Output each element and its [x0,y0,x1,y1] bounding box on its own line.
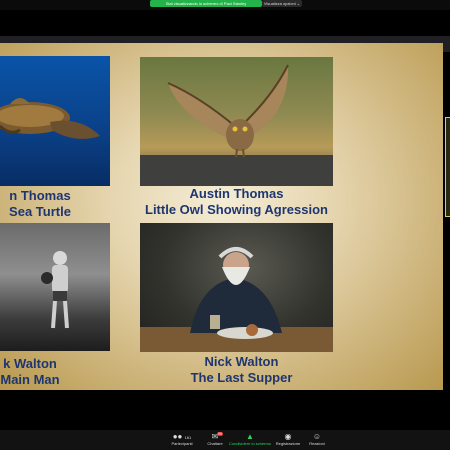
presentation-slide: n Thomas Sea Turtle Austin Thomas Little… [0,43,443,390]
sea-turtle-image [0,98,100,139]
entry-1-title: Sea Turtle [9,204,71,219]
reactions-icon: ☺ [312,432,322,441]
entry-2-author: Austin Thomas [189,186,284,201]
share-screen-label: Condividere lo schermo [228,441,272,446]
viewing-share-label: Stai visualizzando lo schermo di Paul St… [150,0,262,7]
entry-1-author: n Thomas [9,188,71,203]
participants-count: 161 [184,435,192,440]
participant-video-thumbnail[interactable] [445,117,450,217]
owl-image [140,64,333,186]
reactions-label: Reazioni [309,441,325,446]
entry-4-author: Nick Walton [204,354,279,369]
entry-4-caption: Nick Walton The Last Supper [145,354,338,386]
entry-3-caption: k Walton Main Man [0,356,60,388]
entry-3-title: Main Man [0,372,60,387]
entry-4-title: The Last Supper [190,370,293,385]
photo-little-owl [140,57,333,186]
entry-3-author: k Walton [3,356,57,371]
share-screen-icon: ▲ [246,432,254,441]
share-screen-button[interactable]: ▲ Condividere lo schermo [228,432,272,450]
share-banner: Stai visualizzando lo schermo di Paul St… [0,0,450,10]
reactions-button[interactable]: ☺ Reazioni [297,432,337,450]
entry-2-title: Little Owl Showing Agression [145,202,328,217]
meeting-toolbar: ●● 161 Partecipanti ✉ 99 Chattare ▲ Cond… [0,430,450,450]
view-options-button[interactable]: Visualizza opzioni ⌄ [262,0,302,7]
entry-1-caption: n Thomas Sea Turtle [0,188,80,220]
photo-sea-turtle [0,56,110,186]
photo-last-supper [140,223,333,352]
main-man-image [41,251,69,329]
last-supper-image [140,247,333,352]
photo-main-man [0,223,110,351]
chat-unread-badge: 99 [217,432,223,436]
entry-2-caption: Austin Thomas Little Owl Showing Agressi… [140,186,333,218]
